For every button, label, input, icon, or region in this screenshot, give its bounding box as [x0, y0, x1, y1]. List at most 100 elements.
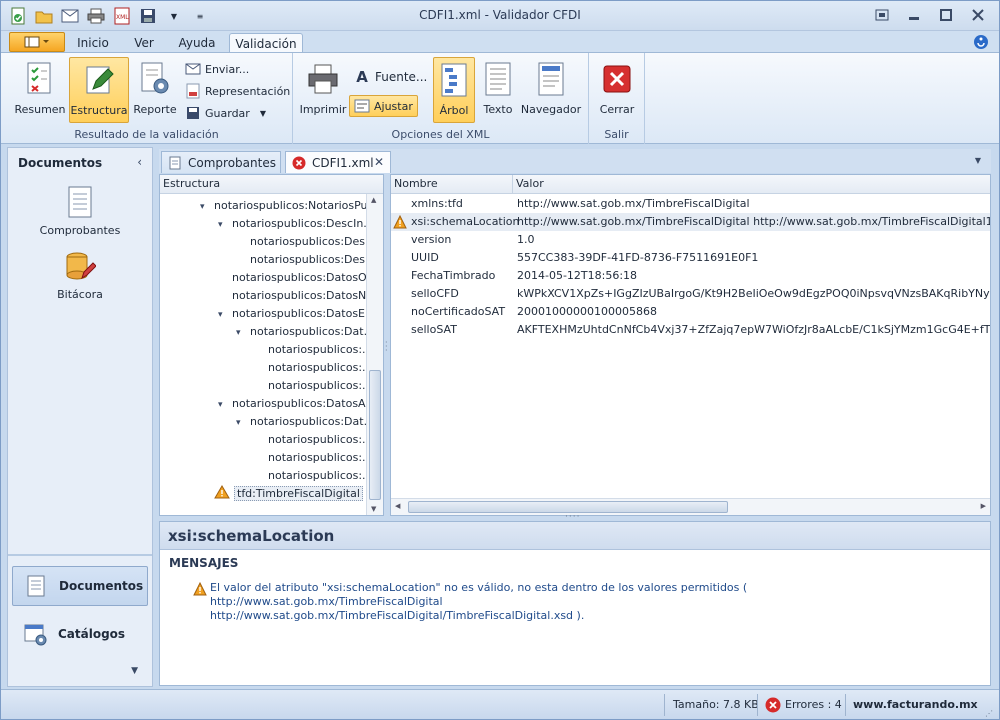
minimize-icon[interactable]: [903, 5, 925, 25]
status-separator: [664, 694, 665, 716]
vertical-splitter-grip[interactable]: · · ·: [385, 339, 389, 357]
validation-message-line1: El valor del atributo "xsi:schemaLocatio…: [210, 581, 748, 608]
navigation-header: Documentos: [18, 156, 103, 170]
tab-ayuda[interactable]: Ayuda: [171, 33, 223, 53]
edit-document-icon: [81, 62, 117, 98]
scroll-up-icon[interactable]: ▲: [371, 196, 376, 204]
estructura-button[interactable]: Estructura: [69, 57, 129, 123]
imprimir-label: Imprimir: [299, 103, 347, 116]
tab-list-dropdown-icon[interactable]: ▼: [975, 156, 981, 165]
pane-splitter[interactable]: [8, 554, 152, 556]
tree-node[interactable]: ▾ notariospublicos:NotariosPu...: [200, 197, 378, 215]
validation-message[interactable]: El valor del atributo "xsi:schemaLocatio…: [210, 581, 980, 623]
chevron-down-icon: ▼: [259, 108, 266, 118]
attribute-row[interactable]: noCertificadoSAT 20001000000100005868: [391, 303, 990, 321]
tree-node-label: notariospublicos:DatosO...: [232, 271, 377, 284]
ajustar-button[interactable]: Ajustar: [349, 95, 418, 117]
tree-node[interactable]: notariospublicos:...: [254, 359, 373, 377]
guardar-label: Guardar: [205, 106, 250, 120]
scroll-down-icon[interactable]: ▼: [371, 505, 376, 513]
expand-toggle-icon[interactable]: ▾: [218, 306, 232, 324]
tree-node[interactable]: notariospublicos:...: [254, 431, 373, 449]
close-icon[interactable]: [967, 5, 989, 25]
resumen-button[interactable]: Resumen: [11, 57, 69, 123]
tree-node[interactable]: tfd:TimbreFiscalDigital: [214, 485, 363, 503]
tree-scroll-thumb[interactable]: [369, 370, 381, 500]
reporte-button[interactable]: Reporte: [131, 57, 179, 123]
nav-comprobantes[interactable]: Comprobantes: [8, 186, 152, 237]
status-errors[interactable]: Errores : 4: [765, 696, 842, 714]
collapse-pane-icon[interactable]: ‹: [137, 155, 142, 169]
attributes-horizontal-scrollbar[interactable]: ◀ ▶: [391, 498, 990, 515]
tree-vertical-scrollbar[interactable]: ▲ ▼: [366, 194, 383, 515]
nav-more-icon[interactable]: ▼: [131, 666, 138, 676]
doc-tab-cdfi1-label: CDFI1.xml: [312, 155, 374, 170]
arbol-button[interactable]: Árbol: [433, 57, 475, 123]
attributes-panel: Nombre Valor xmlns:tfd http://www.sat.gob…: [390, 174, 991, 516]
printer-icon: [305, 61, 341, 97]
tree-node[interactable]: ▾ notariospublicos:Dat...: [236, 323, 374, 341]
doc-tab-comprobantes[interactable]: Comprobantes: [161, 151, 281, 173]
tree-node-label: notariospublicos:DatosE...: [232, 307, 376, 320]
maximize-icon[interactable]: [935, 5, 957, 25]
nav-catalogos[interactable]: Catálogos: [12, 614, 148, 654]
enviar-button[interactable]: Enviar...: [185, 59, 249, 79]
attribute-value: http://www.sat.gob.mx/TimbreFiscalDigita…: [517, 197, 750, 210]
fuente-button[interactable]: A Fuente...: [353, 67, 427, 87]
resize-grip-icon[interactable]: ⋰: [985, 710, 993, 718]
tree-node-label: notariospublicos:Dat...: [250, 415, 375, 428]
cerrar-button[interactable]: Cerrar: [595, 57, 639, 123]
navegador-button[interactable]: Navegador: [521, 57, 581, 123]
tree-node[interactable]: ▾ notariospublicos:DatosE...: [218, 305, 375, 323]
scroll-right-icon[interactable]: ▶: [981, 502, 986, 510]
expand-toggle-icon[interactable]: ▾: [236, 324, 250, 342]
close-tab-icon[interactable]: ✕: [374, 155, 384, 169]
tree-node[interactable]: ▾ notariospublicos:DescIn...: [218, 215, 374, 233]
tree-node[interactable]: notariospublicos:...: [254, 449, 373, 467]
column-header-nombre[interactable]: Nombre: [391, 175, 513, 194]
status-site-link[interactable]: www.facturando.mx: [853, 696, 978, 714]
tab-ver[interactable]: Ver: [125, 33, 163, 53]
tree-node[interactable]: notariospublicos:Des...: [236, 233, 376, 251]
attribute-row[interactable]: xmlns:tfd http://www.sat.gob.mx/TimbreFis…: [391, 195, 990, 213]
imprimir-button[interactable]: Imprimir: [299, 57, 347, 123]
tree-node[interactable]: ▾ notariospublicos:Dat...: [236, 413, 374, 431]
guardar-button[interactable]: Guardar ▼: [185, 103, 266, 123]
attribute-row[interactable]: UUID 557CC383-39DF-41FD-8736-F7511691E0F1: [391, 249, 990, 267]
tree-node[interactable]: notariospublicos:...: [254, 467, 373, 485]
tree-node-label: tfd:TimbreFiscalDigital: [234, 486, 363, 501]
tab-inicio[interactable]: Inicio: [73, 33, 113, 53]
attribute-row[interactable]: version 1.0: [391, 231, 990, 249]
doc-tab-cdfi1[interactable]: CDFI1.xml ✕: [285, 151, 391, 173]
tree-node[interactable]: notariospublicos:...: [254, 377, 373, 395]
attribute-name: version: [411, 233, 452, 246]
expand-toggle-icon[interactable]: ▾: [218, 216, 232, 234]
scroll-left-icon[interactable]: ◀: [395, 502, 400, 510]
texto-button[interactable]: Texto: [479, 57, 517, 123]
column-header-valor[interactable]: Valor: [513, 175, 990, 194]
tree-node[interactable]: notariospublicos:DatosN...: [218, 287, 377, 305]
attribute-row[interactable]: xsi:schemaLocation http://www.sat.gob.mx/…: [391, 213, 990, 231]
focus-mode-icon[interactable]: [871, 5, 893, 25]
expand-toggle-icon[interactable]: ▾: [218, 396, 232, 414]
attribute-name: FechaTimbrado: [411, 269, 496, 282]
app-menu-button[interactable]: [9, 32, 65, 52]
attribute-row[interactable]: FechaTimbrado 2014-05-12T18:56:18: [391, 267, 990, 285]
expand-toggle-icon[interactable]: ▾: [236, 414, 250, 432]
tree-node[interactable]: notariospublicos:Des...: [236, 251, 376, 269]
attribute-row[interactable]: selloSAT AKFTEXHMzUhtdCnNfCb4Vxj37+ZfZajq…: [391, 321, 990, 339]
cerrar-label: Cerrar: [599, 103, 635, 116]
nav-bitacora[interactable]: Bitácora: [8, 250, 152, 301]
navegador-label: Navegador: [520, 103, 582, 116]
tab-validacion[interactable]: Validación: [229, 33, 303, 53]
representacion-button[interactable]: Representación: [185, 81, 290, 101]
nav-documentos[interactable]: Documentos: [12, 566, 148, 606]
attribute-value: http://www.sat.gob.mx/TimbreFiscalDigita…: [517, 215, 990, 228]
tree-node[interactable]: ▾ notariospublicos:DatosA...: [218, 395, 376, 413]
tree-node[interactable]: notariospublicos:DatosO...: [218, 269, 377, 287]
tree-node[interactable]: notariospublicos:...: [254, 341, 373, 359]
horizontal-splitter-grip[interactable]: ····: [565, 513, 581, 522]
attribute-row[interactable]: selloCFD kWPkXCV1XpZs+IGgZIzUBaIrgoG/Kt9H…: [391, 285, 990, 303]
help-icon[interactable]: [973, 34, 989, 50]
expand-toggle-icon[interactable]: ▾: [200, 198, 214, 216]
